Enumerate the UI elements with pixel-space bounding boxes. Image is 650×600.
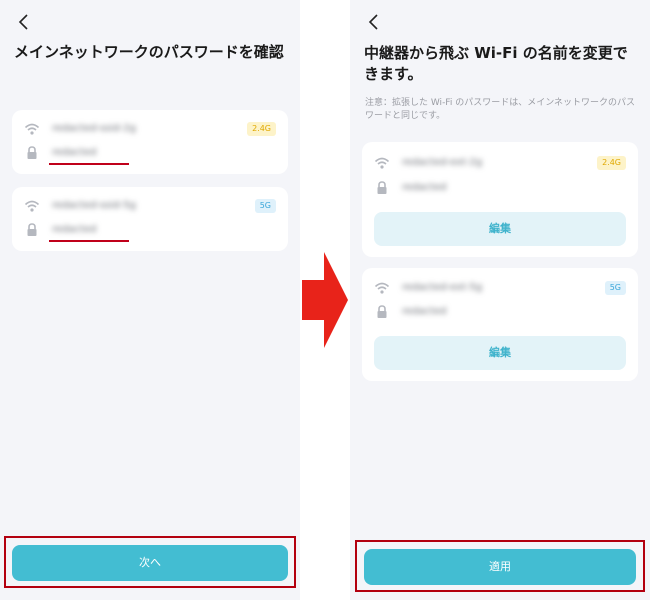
next-button[interactable]: 次へ xyxy=(12,545,288,581)
password-value: redacted xyxy=(52,147,97,158)
lock-icon xyxy=(24,222,40,238)
lock-icon xyxy=(374,180,390,196)
password-row: redacted xyxy=(12,220,288,242)
password-value: redacted xyxy=(52,224,97,235)
password-value: redacted xyxy=(402,306,447,317)
page-title: 中継器から飛ぶ Wi-Fi の名前を変更できます。 xyxy=(364,44,628,83)
lock-icon xyxy=(374,304,390,320)
ssid-value: redacted-ssid-2g xyxy=(52,123,136,134)
ssid-row: redacted-ext-5g 5G xyxy=(362,278,638,298)
band-badge: 2.4G xyxy=(247,122,276,136)
wifi-icon xyxy=(374,155,390,171)
ssid-row: redacted-ssid-2g 2.4G xyxy=(12,119,288,139)
lock-icon xyxy=(24,145,40,161)
wifi-icon xyxy=(24,121,40,137)
back-button[interactable] xyxy=(16,14,32,30)
edit-button[interactable]: 編集 xyxy=(374,212,626,246)
back-button[interactable] xyxy=(366,14,382,30)
band-badge: 2.4G xyxy=(597,156,626,170)
back-chevron-icon xyxy=(18,14,28,30)
extended-network-card-2g: redacted-ext-2g 2.4G redacted 編集 xyxy=(362,142,638,257)
password-underline xyxy=(49,240,129,242)
network-card-2g: redacted-ssid-2g 2.4G redacted xyxy=(12,110,288,174)
password-value: redacted xyxy=(402,182,447,193)
back-chevron-icon xyxy=(368,14,378,30)
ssid-value: redacted-ext-2g xyxy=(402,157,483,168)
password-row: redacted xyxy=(12,143,288,165)
password-note: 注意：拡張した Wi-Fi のパスワードは、メインネットワークのパスワードと同じ… xyxy=(365,98,636,121)
rename-extended-wifi-screen: 中継器から飛ぶ Wi-Fi の名前を変更できます。 注意：拡張した Wi-Fi … xyxy=(350,0,650,600)
ssid-row: redacted-ext-2g 2.4G xyxy=(362,153,638,173)
right-arrow-icon xyxy=(300,250,350,350)
password-row: redacted xyxy=(362,178,638,198)
edit-button[interactable]: 編集 xyxy=(374,336,626,370)
ssid-row: redacted-ssid-5g 5G xyxy=(12,196,288,216)
band-badge: 5G xyxy=(604,281,626,295)
wifi-icon xyxy=(374,280,390,296)
page-title: メインネットワークのパスワードを確認 xyxy=(14,43,284,61)
ssid-value: redacted-ssid-5g xyxy=(52,200,136,211)
password-underline xyxy=(49,163,129,165)
password-row: redacted xyxy=(362,302,638,322)
band-badge: 5G xyxy=(254,199,276,213)
apply-button[interactable]: 適用 xyxy=(364,549,636,585)
wifi-icon xyxy=(24,198,40,214)
wifi-password-confirm-screen: メインネットワークのパスワードを確認 redacted-ssid-2g 2.4G… xyxy=(0,0,300,600)
network-card-5g: redacted-ssid-5g 5G redacted xyxy=(12,187,288,251)
ssid-value: redacted-ext-5g xyxy=(402,282,483,293)
extended-network-card-5g: redacted-ext-5g 5G redacted 編集 xyxy=(362,268,638,381)
